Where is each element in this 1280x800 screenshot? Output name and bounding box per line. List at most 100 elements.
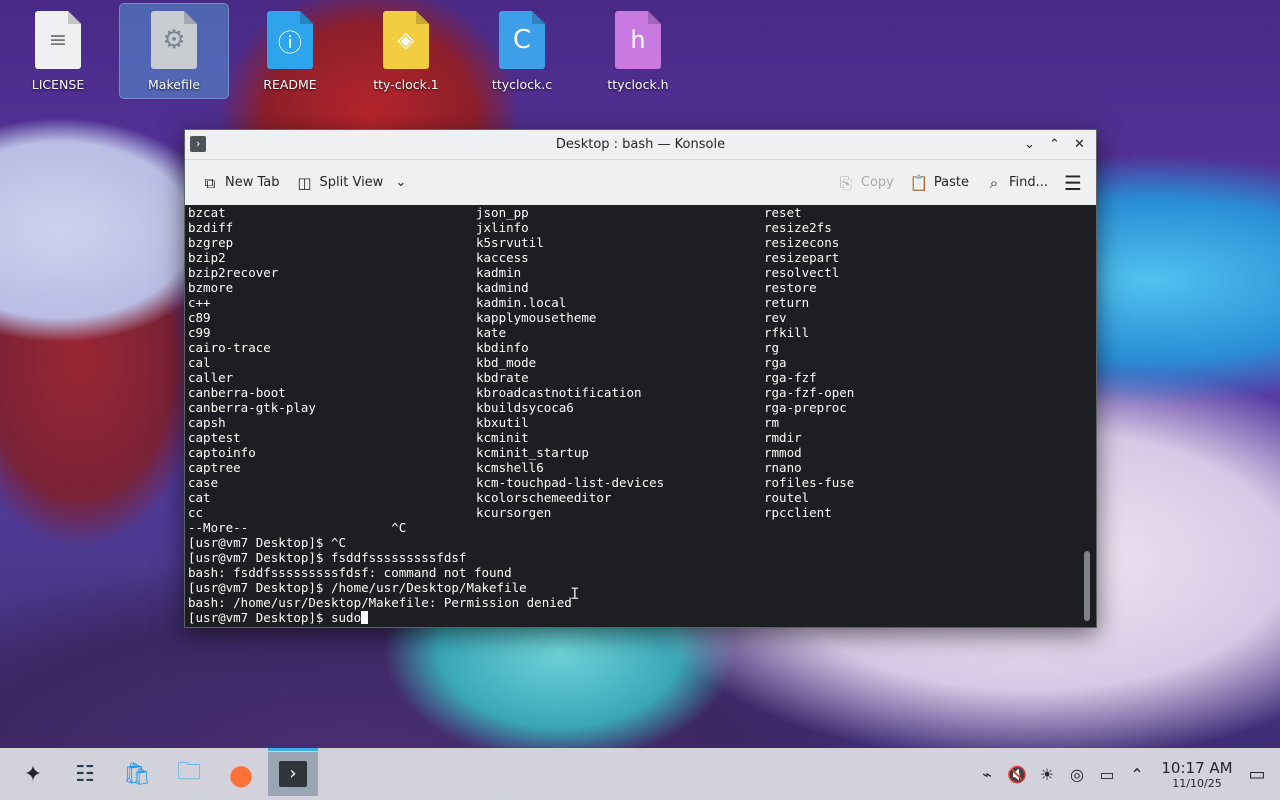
kde-connect-icon[interactable]: ⌁: [972, 765, 1002, 784]
listing-column-3: reset resize2fs resizecons resizepart resolv…: [764, 205, 1052, 520]
copy-button[interactable]: ⎘ Copy: [829, 167, 902, 199]
readme-info-icon: ⓘ: [267, 11, 313, 69]
split-view-button[interactable]: ◫ Split View ⌄: [288, 167, 415, 199]
system-tray: ⌁ 🔇 ☀ ◎ ▭ ⌃ 10:17 AM 11/10/25 ▭: [972, 748, 1280, 800]
split-view-label: Split View: [319, 175, 384, 190]
volume-muted-icon[interactable]: 🔇: [1002, 765, 1032, 784]
clock-time: 10:17 AM: [1161, 758, 1233, 777]
split-view-icon: ◫: [297, 173, 312, 192]
listing-entry: kcursorgen: [476, 505, 552, 520]
listing-entry: resizepart: [764, 250, 840, 265]
listing-entry: kcolorschemeeditor: [476, 490, 612, 505]
listing-entry: kcminit: [476, 430, 529, 445]
window-controls: ⌄ ⌃ ✕: [1019, 134, 1090, 155]
brightness-icon[interactable]: ☀: [1032, 765, 1062, 784]
desktop-file-label: README: [263, 77, 317, 92]
maximize-button[interactable]: ⌃: [1044, 134, 1065, 155]
task-file-manager[interactable]: 🗀: [164, 752, 214, 796]
listing-entry: bzdiff: [188, 220, 234, 235]
paste-button[interactable]: 📋 Paste: [902, 167, 977, 199]
window-title: Desktop : bash — Konsole: [555, 137, 726, 152]
show-desktop-icon[interactable]: ▭: [1242, 764, 1272, 785]
terminal-view[interactable]: bzcat bzdiff bzgrep bzip2 bzip2recover bzmore…: [185, 205, 1078, 627]
listing-entry: resolvectl: [764, 265, 840, 280]
task-konsole[interactable]: ›: [268, 748, 318, 796]
listing-entry: rnano: [764, 460, 802, 475]
listing-entry: rga: [764, 355, 787, 370]
c-source-file-icon: C: [499, 11, 545, 69]
clock-date: 11/10/25: [1172, 776, 1222, 790]
minimize-button[interactable]: ⌄: [1019, 134, 1040, 155]
system-settings-icon: ☷: [75, 761, 95, 787]
task-system-settings[interactable]: ☷: [60, 752, 110, 796]
paste-label: Paste: [933, 175, 969, 190]
listing-entry: rmmod: [764, 445, 802, 460]
konsole-toolbar: ⧉ New Tab ◫ Split View ⌄ ⎘ Copy 📋 Paste …: [185, 160, 1096, 206]
listing-entry: kadmin: [476, 265, 522, 280]
listing-entry: kbxutil: [476, 415, 529, 430]
scrollbar-thumb[interactable]: [1084, 551, 1090, 621]
c-header-file-icon: h: [615, 11, 661, 69]
listing-entry: kbuildsycoca6: [476, 400, 574, 415]
application-launcher-icon: ✦: [23, 761, 43, 787]
firefox-icon: ●: [228, 757, 254, 791]
listing-entry: rofiles-fuse: [764, 475, 855, 490]
desktop-file-readme[interactable]: ⓘ README: [236, 4, 344, 98]
listing-entry: c99: [188, 325, 211, 340]
digital-clock[interactable]: 10:17 AM 11/10/25: [1156, 759, 1238, 790]
listing-entry: kate: [476, 325, 507, 340]
find-button[interactable]: ⌕ Find...: [977, 167, 1056, 199]
close-button[interactable]: ✕: [1069, 134, 1090, 155]
task-firefox[interactable]: ●: [216, 752, 266, 796]
listing-entry: bzmore: [188, 280, 234, 295]
listing-entry: jxlinfo: [476, 220, 529, 235]
listing-entry: rpcclient: [764, 505, 832, 520]
listing-entry: return: [764, 295, 810, 310]
terminal-prompt-line[interactable]: [usr@vm7 Desktop]$ sudo: [188, 610, 1068, 625]
terminal-line: --More-- ^C: [188, 520, 407, 535]
makefile-icon: ⚙: [151, 11, 197, 69]
listing-entry: rev: [764, 310, 787, 325]
application-launcher-button[interactable]: ✦: [8, 752, 58, 796]
chevron-down-icon[interactable]: ⌄: [395, 175, 406, 190]
listing-entry: canberra-boot: [188, 385, 286, 400]
desktop-file-c-header[interactable]: h ttyclock.h: [584, 4, 692, 98]
desktop-file-label: ttyclock.c: [491, 77, 553, 92]
listing-entry: bzcat: [188, 205, 226, 220]
terminal-output: --More-- ^C [usr@vm7 Desktop]$ ^C [usr@v…: [188, 520, 1068, 625]
listing-entry: rfkill: [764, 325, 810, 340]
listing-entry: kbroadcastnotification: [476, 385, 642, 400]
window-titlebar[interactable]: › Desktop : bash — Konsole ⌄ ⌃ ✕: [185, 130, 1096, 160]
new-tab-button[interactable]: ⧉ New Tab: [193, 167, 288, 199]
listing-entry: rga-fzf: [764, 370, 817, 385]
listing-entry: capsh: [188, 415, 226, 430]
find-label: Find...: [1008, 175, 1048, 190]
display-config-icon[interactable]: ▭: [1092, 765, 1122, 784]
listing-entry: c89: [188, 310, 211, 325]
listing-entry: canberra-gtk-play: [188, 400, 316, 415]
terminal-scrollbar[interactable]: [1078, 205, 1096, 627]
konsole-app-icon[interactable]: ›: [190, 136, 206, 152]
desktop-file-makefile[interactable]: ⚙ Makefile: [119, 3, 229, 99]
hamburger-menu-button[interactable]: ☰: [1056, 167, 1090, 199]
listing-entry: kcmshell6: [476, 460, 544, 475]
hamburger-menu-icon: ☰: [1064, 170, 1082, 195]
desktop-file-c-source[interactable]: C ttyclock.c: [468, 4, 576, 98]
desktop-file-license[interactable]: ≡ LICENSE: [4, 4, 112, 98]
task-discover[interactable]: 🛍: [112, 752, 162, 796]
listing-entry: rm: [764, 415, 780, 430]
listing-entry: k5srvutil: [476, 235, 544, 250]
network-icon[interactable]: ◎: [1062, 765, 1092, 784]
konsole-icon: ›: [279, 761, 307, 787]
desktop-file-label: tty-clock.1: [373, 77, 439, 92]
desktop-file-label: LICENSE: [31, 77, 85, 92]
konsole-window[interactable]: › Desktop : bash — Konsole ⌄ ⌃ ✕ ⧉ New T…: [184, 129, 1097, 628]
chevron-up-icon[interactable]: ⌃: [1122, 765, 1152, 784]
listing-entry: cairo-trace: [188, 340, 271, 355]
listing-entry: bzip2: [188, 250, 226, 265]
listing-entry: captree: [188, 460, 241, 475]
paste-icon: 📋: [909, 173, 929, 192]
listing-entry: captest: [188, 430, 241, 445]
file-manager-icon: 🗀: [177, 756, 201, 785]
desktop-file-manpage[interactable]: ◈ tty-clock.1: [352, 4, 460, 98]
